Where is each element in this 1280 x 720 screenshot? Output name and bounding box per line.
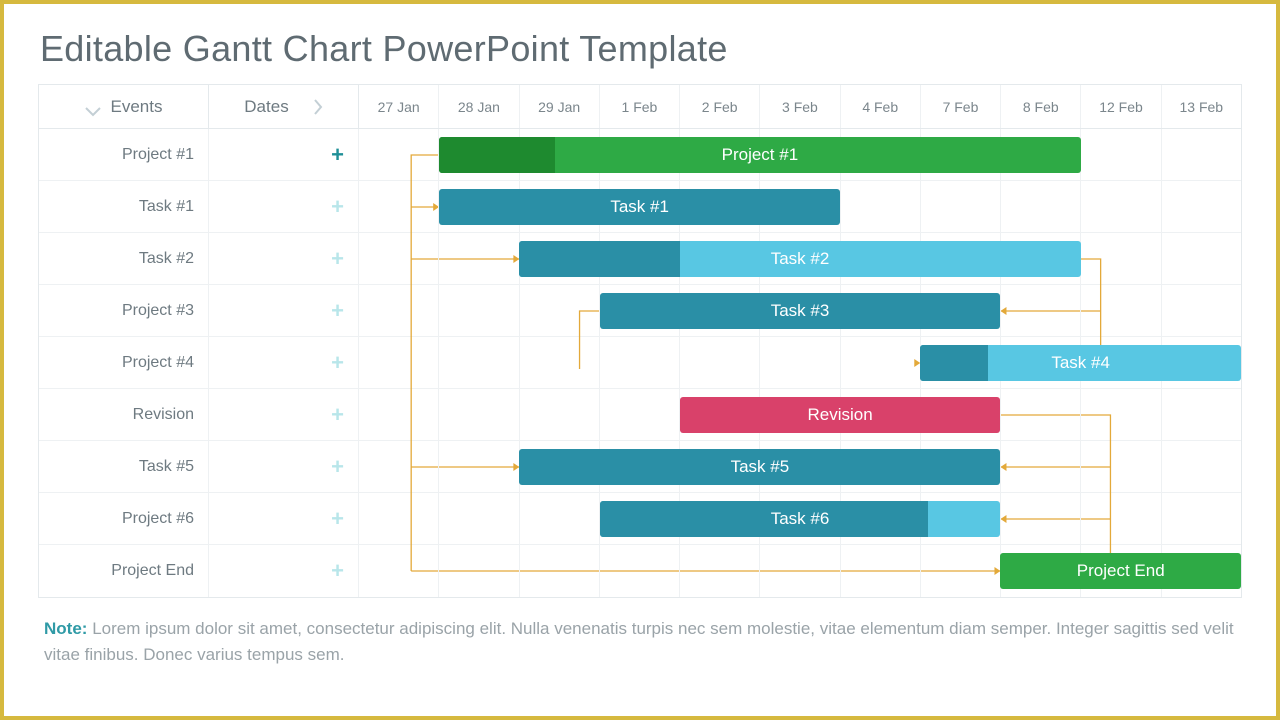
expand-icon[interactable]: +	[331, 144, 344, 166]
gantt-row: Task #1 + Task #1	[39, 181, 1241, 233]
row-dates-cell: +	[209, 389, 359, 440]
row-event-label: Revision	[39, 389, 209, 440]
date-column-header[interactable]: 27 Jan	[359, 85, 439, 128]
row-dates-cell: +	[209, 233, 359, 284]
row-timeline: Task #3	[359, 285, 1241, 336]
date-column-header[interactable]: 8 Feb	[1001, 85, 1081, 128]
row-event-label: Project #3	[39, 285, 209, 336]
expand-icon[interactable]: +	[331, 508, 344, 530]
timeline-header: 27 Jan28 Jan29 Jan1 Feb2 Feb3 Feb4 Feb7 …	[359, 85, 1241, 128]
gantt-bar-label: Project #1	[722, 145, 799, 165]
date-column-header[interactable]: 12 Feb	[1081, 85, 1161, 128]
gantt-bar-label: Task #2	[771, 249, 830, 269]
gantt-bar[interactable]: Task #5	[519, 449, 1000, 485]
gantt-bar[interactable]: Task #4	[920, 345, 1241, 381]
footnote-text: Lorem ipsum dolor sit amet, consectetur …	[44, 619, 1234, 664]
expand-icon[interactable]: +	[331, 560, 344, 582]
date-column-header[interactable]: 2 Feb	[680, 85, 760, 128]
row-timeline: Project End	[359, 545, 1241, 597]
row-timeline: Task #2	[359, 233, 1241, 284]
row-timeline: Revision	[359, 389, 1241, 440]
gantt-bar[interactable]: Task #2	[519, 241, 1080, 277]
gantt-row: Project #3 + Task #3	[39, 285, 1241, 337]
gantt-bar-label: Task #1	[610, 197, 669, 217]
date-column-header[interactable]: 13 Feb	[1162, 85, 1241, 128]
gantt-bar-label: Task #3	[771, 301, 830, 321]
date-column-header[interactable]: 7 Feb	[921, 85, 1001, 128]
gantt-bar-label: Project End	[1077, 561, 1165, 581]
gantt-row: Task #5 + Task #5	[39, 441, 1241, 493]
date-column-header[interactable]: 4 Feb	[841, 85, 921, 128]
chevron-right-icon	[313, 99, 323, 115]
expand-icon[interactable]: +	[331, 352, 344, 374]
date-column-header[interactable]: 1 Feb	[600, 85, 680, 128]
gantt-bar[interactable]: Project #1	[439, 137, 1080, 173]
gantt-bar-label: Task #5	[731, 457, 790, 477]
gantt-bar-progress	[519, 241, 679, 277]
row-dates-cell: +	[209, 181, 359, 232]
row-event-label: Task #1	[39, 181, 209, 232]
row-dates-cell: +	[209, 337, 359, 388]
events-column-header[interactable]: Events	[39, 85, 209, 128]
footnote-label: Note:	[44, 619, 87, 638]
row-event-label: Project #4	[39, 337, 209, 388]
gantt-bar[interactable]: Task #6	[600, 501, 1001, 537]
events-header-label: Events	[111, 97, 163, 117]
gantt-header-row: Events Dates 27 Jan28 Jan29 Jan1 Feb2 Fe…	[39, 85, 1241, 129]
dates-column-header[interactable]: Dates	[209, 85, 359, 128]
gantt-bar[interactable]: Task #3	[600, 293, 1001, 329]
row-dates-cell: +	[209, 285, 359, 336]
date-column-header[interactable]: 3 Feb	[760, 85, 840, 128]
expand-icon[interactable]: +	[331, 404, 344, 426]
row-timeline: Task #4	[359, 337, 1241, 388]
row-timeline: Task #1	[359, 181, 1241, 232]
slide-title: Editable Gantt Chart PowerPoint Template	[40, 28, 1242, 70]
dates-header-label: Dates	[244, 97, 288, 117]
chevron-down-icon	[85, 102, 101, 112]
row-timeline: Task #5	[359, 441, 1241, 492]
gantt-row: Task #2 + Task #2	[39, 233, 1241, 285]
row-dates-cell: +	[209, 493, 359, 544]
date-column-header[interactable]: 28 Jan	[439, 85, 519, 128]
row-event-label: Task #2	[39, 233, 209, 284]
row-event-label: Project End	[39, 545, 209, 597]
gantt-bar[interactable]: Revision	[680, 397, 1001, 433]
row-dates-cell: +	[209, 129, 359, 180]
expand-icon[interactable]: +	[331, 456, 344, 478]
gantt-bar-progress	[920, 345, 988, 381]
row-event-label: Project #6	[39, 493, 209, 544]
gantt-bar-label: Revision	[807, 405, 872, 425]
expand-icon[interactable]: +	[331, 248, 344, 270]
gantt-bar[interactable]: Project End	[1000, 553, 1241, 589]
date-column-header[interactable]: 29 Jan	[520, 85, 600, 128]
expand-icon[interactable]: +	[331, 300, 344, 322]
gantt-row: Project End + Project End	[39, 545, 1241, 597]
gantt-body: Project #1+Project #1Task #1+Task #1Task…	[39, 129, 1241, 597]
row-timeline: Project #1	[359, 129, 1241, 180]
gantt-bar[interactable]: Task #1	[439, 189, 840, 225]
gantt-bar-progress	[439, 137, 555, 173]
gantt-bar-label: Task #6	[771, 509, 830, 529]
gantt-chart: Events Dates 27 Jan28 Jan29 Jan1 Feb2 Fe…	[38, 84, 1242, 598]
row-event-label: Task #5	[39, 441, 209, 492]
gantt-bar-progress	[600, 501, 929, 537]
row-timeline: Task #6	[359, 493, 1241, 544]
gantt-row: Project #4 + Task #4	[39, 337, 1241, 389]
gantt-bar-label: Task #4	[1051, 353, 1110, 373]
row-event-label: Project #1	[39, 129, 209, 180]
gantt-row: Revision + Revision	[39, 389, 1241, 441]
footnote: Note: Lorem ipsum dolor sit amet, consec…	[44, 616, 1236, 669]
gantt-row: Project #6 + Task #6	[39, 493, 1241, 545]
slide-frame: Editable Gantt Chart PowerPoint Template…	[0, 0, 1280, 720]
expand-icon[interactable]: +	[331, 196, 344, 218]
row-dates-cell: +	[209, 441, 359, 492]
row-dates-cell: +	[209, 545, 359, 597]
gantt-row: Project #1 + Project #1	[39, 129, 1241, 181]
